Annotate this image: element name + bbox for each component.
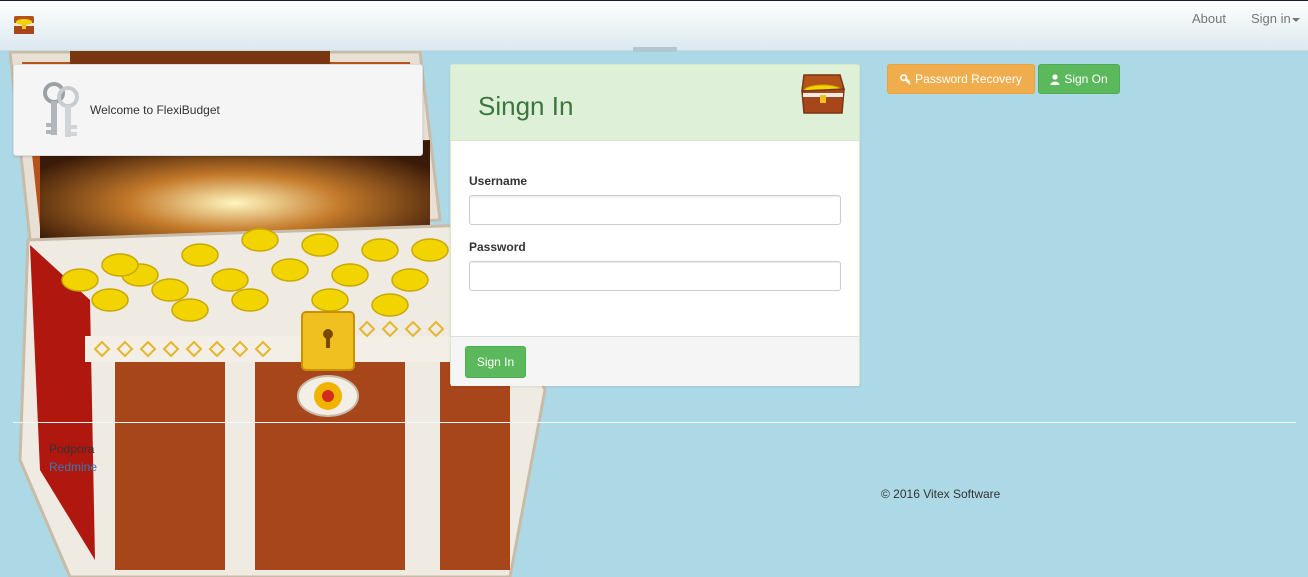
treasure-chest-icon[interactable] [12,13,36,37]
welcome-panel: Welcome to FlexiBudget [13,64,423,156]
signin-panel: Singn In Username Password Sign In [450,64,860,386]
password-label: Password [469,240,526,254]
keys-icon [43,82,79,137]
user-icon [1050,74,1060,85]
password-input[interactable] [469,261,841,291]
nav-signin-dropdown[interactable]: Sign in [1251,11,1300,26]
signin-panel-footer: Sign In [451,336,859,386]
sign-on-label: Sign On [1064,72,1108,86]
navbar: About Sign in [0,0,1308,51]
footer-divider [13,422,1296,423]
signin-submit-button[interactable]: Sign In [465,346,526,378]
drag-handle[interactable] [633,47,677,52]
nav-about-link[interactable]: About [1192,11,1226,26]
copyright-text: © 2016 Vitex Software [881,487,1001,501]
username-label: Username [469,174,528,188]
signin-panel-heading: Singn In [451,65,859,141]
username-input[interactable] [469,195,841,225]
signin-title: Singn In [478,91,574,121]
sign-on-button[interactable]: Sign On [1038,64,1120,94]
footer-redmine-link[interactable]: Redmine [49,460,97,474]
caret-down-icon [1291,17,1300,22]
nav-signin-label: Sign in [1251,11,1291,26]
key-icon [900,74,911,85]
password-recovery-label: Password Recovery [915,72,1022,86]
welcome-text: Welcome to FlexiBudget [90,103,220,117]
footer-support-text: Podpora [49,442,95,456]
treasure-chest-icon [801,74,845,114]
password-recovery-button[interactable]: Password Recovery [887,64,1035,94]
